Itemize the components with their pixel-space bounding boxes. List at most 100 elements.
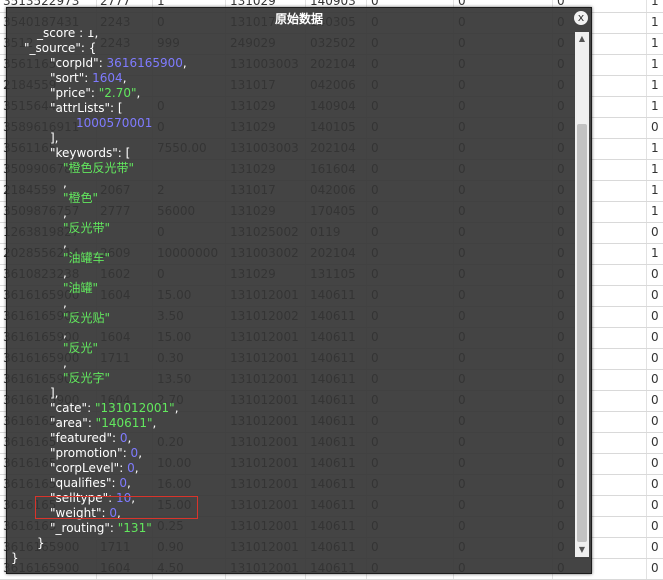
json-token: : bbox=[87, 401, 95, 415]
json-line: "corpLevel": 0, bbox=[50, 461, 139, 476]
json-token: , bbox=[63, 176, 67, 190]
table-cell: 1 bbox=[651, 183, 659, 197]
json-token: "corpLevel" bbox=[50, 461, 120, 475]
json-token: "keywords" bbox=[50, 146, 118, 160]
table-cell: 0 bbox=[651, 288, 659, 302]
json-token: , bbox=[63, 206, 67, 220]
scrollbar-thumb[interactable] bbox=[577, 124, 587, 542]
json-token: "featured" bbox=[50, 431, 112, 445]
json-line: "橙色反光带" bbox=[63, 161, 134, 176]
json-line: "反光" bbox=[63, 341, 98, 356]
table-cell: 0 bbox=[651, 477, 659, 491]
json-line: "_routing": "131" bbox=[50, 521, 152, 536]
json-line: "qualifies": 0, bbox=[50, 476, 131, 491]
json-line: ], bbox=[50, 131, 59, 146]
table-cell: 0 bbox=[651, 498, 659, 512]
json-line: , bbox=[63, 326, 67, 341]
json-line: , bbox=[63, 206, 67, 221]
json-token: _score bbox=[37, 30, 76, 40]
json-line: "油罐" bbox=[63, 281, 98, 296]
json-token: , bbox=[138, 446, 143, 460]
json-line: "sort": 1604, bbox=[50, 71, 127, 86]
json-line: "反光字" bbox=[63, 371, 110, 386]
json-line: "_source": { bbox=[24, 41, 96, 56]
json-token: , bbox=[122, 71, 127, 85]
json-token: "_source" bbox=[24, 41, 81, 55]
json-token: , bbox=[182, 56, 187, 70]
json-token: "油罐" bbox=[63, 281, 99, 295]
json-line: , bbox=[63, 356, 67, 371]
json-token: "131012001" bbox=[94, 401, 175, 415]
json-line: } bbox=[37, 536, 45, 551]
json-token: : [ bbox=[109, 101, 123, 115]
json-token: : bbox=[84, 71, 93, 85]
json-line: "price": "2.70", bbox=[50, 86, 140, 101]
table-cell: 1 bbox=[651, 99, 659, 113]
json-token: : [ bbox=[117, 146, 131, 160]
json-token: , bbox=[174, 401, 179, 415]
json-token: "sort" bbox=[50, 71, 85, 85]
table-cell: 0 bbox=[651, 393, 659, 407]
table-cell: 0 bbox=[651, 120, 659, 134]
json-token: "_routing" bbox=[50, 521, 110, 535]
table-cell: 0 bbox=[651, 330, 659, 344]
table-cell: 1 bbox=[651, 36, 659, 50]
json-token: : bbox=[111, 431, 120, 445]
json-token: "反光" bbox=[63, 341, 99, 355]
table-cell: 1 bbox=[651, 0, 659, 8]
json-line: , bbox=[63, 296, 67, 311]
json-token: "2.70" bbox=[98, 86, 137, 100]
table-cell: 1 bbox=[651, 204, 659, 218]
json-token: , bbox=[63, 356, 67, 370]
popup-title: 原始数据 bbox=[274, 12, 323, 26]
json-viewer: _score : 1, "_source": {"corpId": 3616165… bbox=[7, 30, 573, 571]
json-token: 1000570001 bbox=[76, 116, 153, 130]
scroll-down-icon[interactable]: ▼ bbox=[575, 543, 589, 557]
json-line: "keywords": [ bbox=[50, 146, 130, 161]
json-token: , bbox=[127, 431, 132, 445]
table-cell: 0 bbox=[651, 456, 659, 470]
json-token: "price" bbox=[50, 86, 91, 100]
json-token: "cate" bbox=[50, 401, 88, 415]
json-line: "油罐车" bbox=[63, 251, 110, 266]
table-cell: 0 bbox=[651, 225, 659, 239]
json-token: "橙色" bbox=[63, 191, 99, 205]
json-line: 1000570001 bbox=[76, 116, 152, 131]
json-token: "油罐车" bbox=[63, 251, 111, 265]
scroll-up-icon[interactable]: ▲ bbox=[575, 32, 589, 46]
json-token: "area" bbox=[50, 416, 88, 430]
json-token: "promotion" bbox=[50, 446, 123, 460]
json-token: : bbox=[119, 461, 128, 475]
json-token: } bbox=[37, 536, 45, 550]
json-token: "qualifies" bbox=[50, 476, 112, 490]
json-token: , bbox=[63, 296, 67, 310]
json-token: : bbox=[109, 521, 118, 535]
json-token: "橙色反光带" bbox=[63, 161, 135, 175]
json-line: "area": "140611", bbox=[50, 416, 156, 431]
json-token: 3616165900 bbox=[106, 56, 183, 70]
table-cell: 0 bbox=[651, 414, 659, 428]
json-line: "橙色" bbox=[63, 191, 98, 206]
json-token: : bbox=[87, 416, 96, 430]
json-token: , bbox=[63, 326, 67, 340]
json-line: "cate": "131012001", bbox=[50, 401, 179, 416]
table-cell: 0 bbox=[651, 435, 659, 449]
json-token: "反光字" bbox=[63, 371, 111, 385]
json-token: 0 bbox=[127, 461, 135, 475]
json-token: , bbox=[63, 236, 67, 250]
json-line: _score : 1, bbox=[37, 30, 98, 41]
json-token: "corpId" bbox=[50, 56, 99, 70]
json-line: "promotion": 0, bbox=[50, 446, 142, 461]
table-cell: 0 bbox=[651, 372, 659, 386]
table-cell: 1 bbox=[651, 78, 659, 92]
vertical-scrollbar[interactable]: ▲ ▼ bbox=[575, 32, 589, 557]
table-cell: 0 bbox=[651, 309, 659, 323]
close-icon[interactable]: x bbox=[574, 11, 588, 25]
json-line: , bbox=[63, 176, 67, 191]
table-cell: 1 bbox=[651, 141, 659, 155]
json-token: , bbox=[136, 86, 141, 100]
json-token: "131" bbox=[117, 521, 152, 535]
json-token: : bbox=[90, 86, 99, 100]
table-cell: 0 bbox=[651, 351, 659, 365]
json-token: : bbox=[98, 56, 107, 70]
